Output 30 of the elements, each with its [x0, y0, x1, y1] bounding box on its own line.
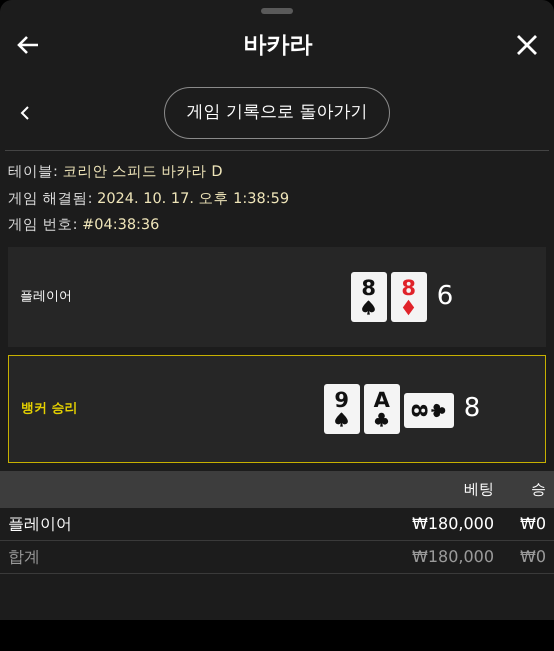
- spade-icon: [360, 298, 378, 316]
- back-arrow-icon[interactable]: [16, 35, 40, 55]
- table-cell-text: ₩180,000: [411, 546, 494, 568]
- spade-icon: [333, 410, 350, 428]
- hand-label: 뱅커 승리: [20, 400, 79, 418]
- playing-card: 9: [324, 384, 360, 434]
- table-cell-text: ₩0: [519, 546, 547, 568]
- column-header: 베팅: [463, 478, 494, 500]
- info-line: 게임 번호: #04:38:36: [8, 216, 160, 235]
- hand-score: 6: [436, 280, 454, 313]
- table-cell-text: ₩0: [519, 512, 547, 534]
- hand-score: 8: [464, 392, 480, 425]
- close-icon[interactable]: [516, 34, 538, 56]
- club-icon: [430, 402, 447, 418]
- playing-card: A: [364, 384, 400, 434]
- column-header: 승: [530, 478, 547, 500]
- info-line: 테이블: 코리안 스피드 바카라 D: [8, 163, 224, 182]
- club-icon: [373, 410, 390, 428]
- playing-card: 8: [350, 272, 387, 322]
- info-line: 게임 해결됨: 2024. 10. 17. 오후 1:38:59: [8, 190, 290, 208]
- playing-card: 8: [404, 392, 454, 428]
- table-cell-text: ₩180,000: [411, 512, 494, 534]
- playing-card: 8: [390, 272, 427, 322]
- hand-label: 플레이어: [19, 288, 73, 306]
- drag-handle[interactable]: [261, 8, 293, 14]
- chevron-left-icon[interactable]: [20, 105, 30, 121]
- table-cell-text: 플레이어: [7, 512, 73, 534]
- page-title: 바카라: [244, 30, 312, 60]
- table-cell-text: 합계: [7, 546, 41, 568]
- back-to-history-button[interactable]: 게임 기록으로 돌아가기: [164, 87, 390, 139]
